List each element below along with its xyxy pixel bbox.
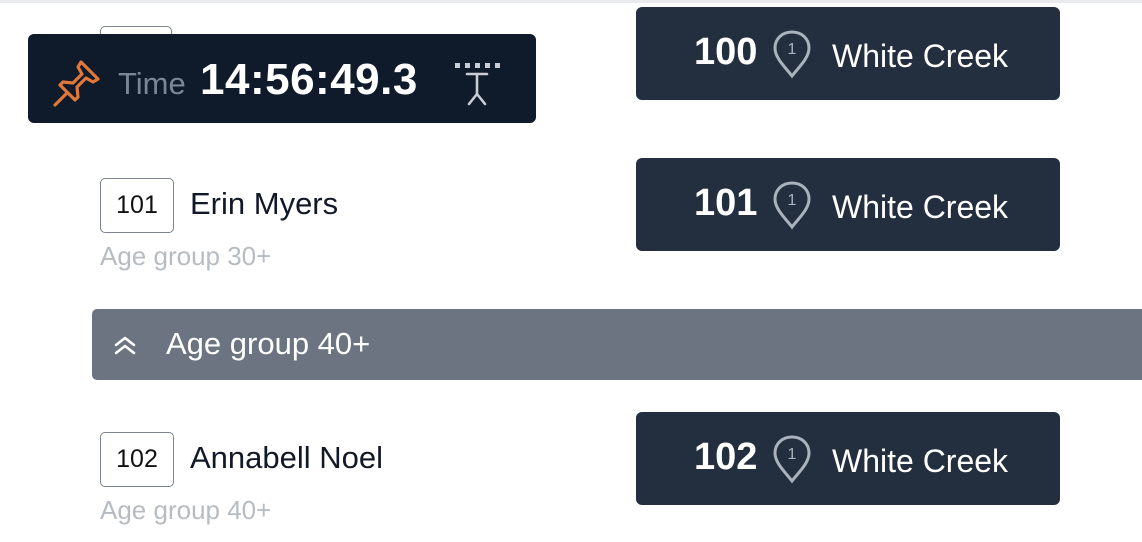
split-antenna-icon[interactable]: [453, 60, 501, 108]
participant-name: Erin Myers: [190, 186, 339, 221]
result-card[interactable]: 101 1 White Creek: [636, 158, 1060, 251]
pushpin-icon[interactable]: [48, 56, 104, 112]
bib-box: 102: [100, 432, 174, 487]
map-marker-icon: 1: [773, 181, 811, 230]
participant-age-group: Age group 30+: [100, 241, 272, 271]
card-bib-number: 102: [694, 436, 758, 478]
card-bib-number: 100: [694, 31, 758, 73]
time-value: 14:56:49.3: [200, 55, 418, 104]
marker-number: 1: [788, 446, 797, 463]
results-page: Time 14:56:49.3 100 1 White Creek 101 Er…: [0, 0, 1142, 542]
group-header[interactable]: Age group 40+: [92, 309, 1142, 380]
participant-age-group: Age group 40+: [100, 495, 272, 525]
group-title: Age group 40+: [166, 326, 371, 361]
card-location: White Creek: [832, 443, 1009, 479]
result-card[interactable]: 100 1 White Creek: [636, 7, 1060, 100]
participant-name: Annabell Noel: [190, 440, 384, 475]
top-divider: [0, 0, 1142, 3]
card-location: White Creek: [832, 189, 1009, 225]
chevron-double-up-icon[interactable]: [110, 331, 140, 361]
map-marker-icon: 1: [773, 435, 811, 484]
marker-number: 1: [788, 192, 797, 209]
marker-number: 1: [788, 41, 797, 58]
bib-box: 101: [100, 178, 174, 233]
result-card[interactable]: 102 1 White Creek: [636, 412, 1060, 505]
card-location: White Creek: [832, 38, 1009, 74]
map-marker-icon: 1: [773, 30, 811, 79]
card-bib-number: 101: [694, 182, 758, 224]
time-label: Time: [118, 66, 186, 101]
